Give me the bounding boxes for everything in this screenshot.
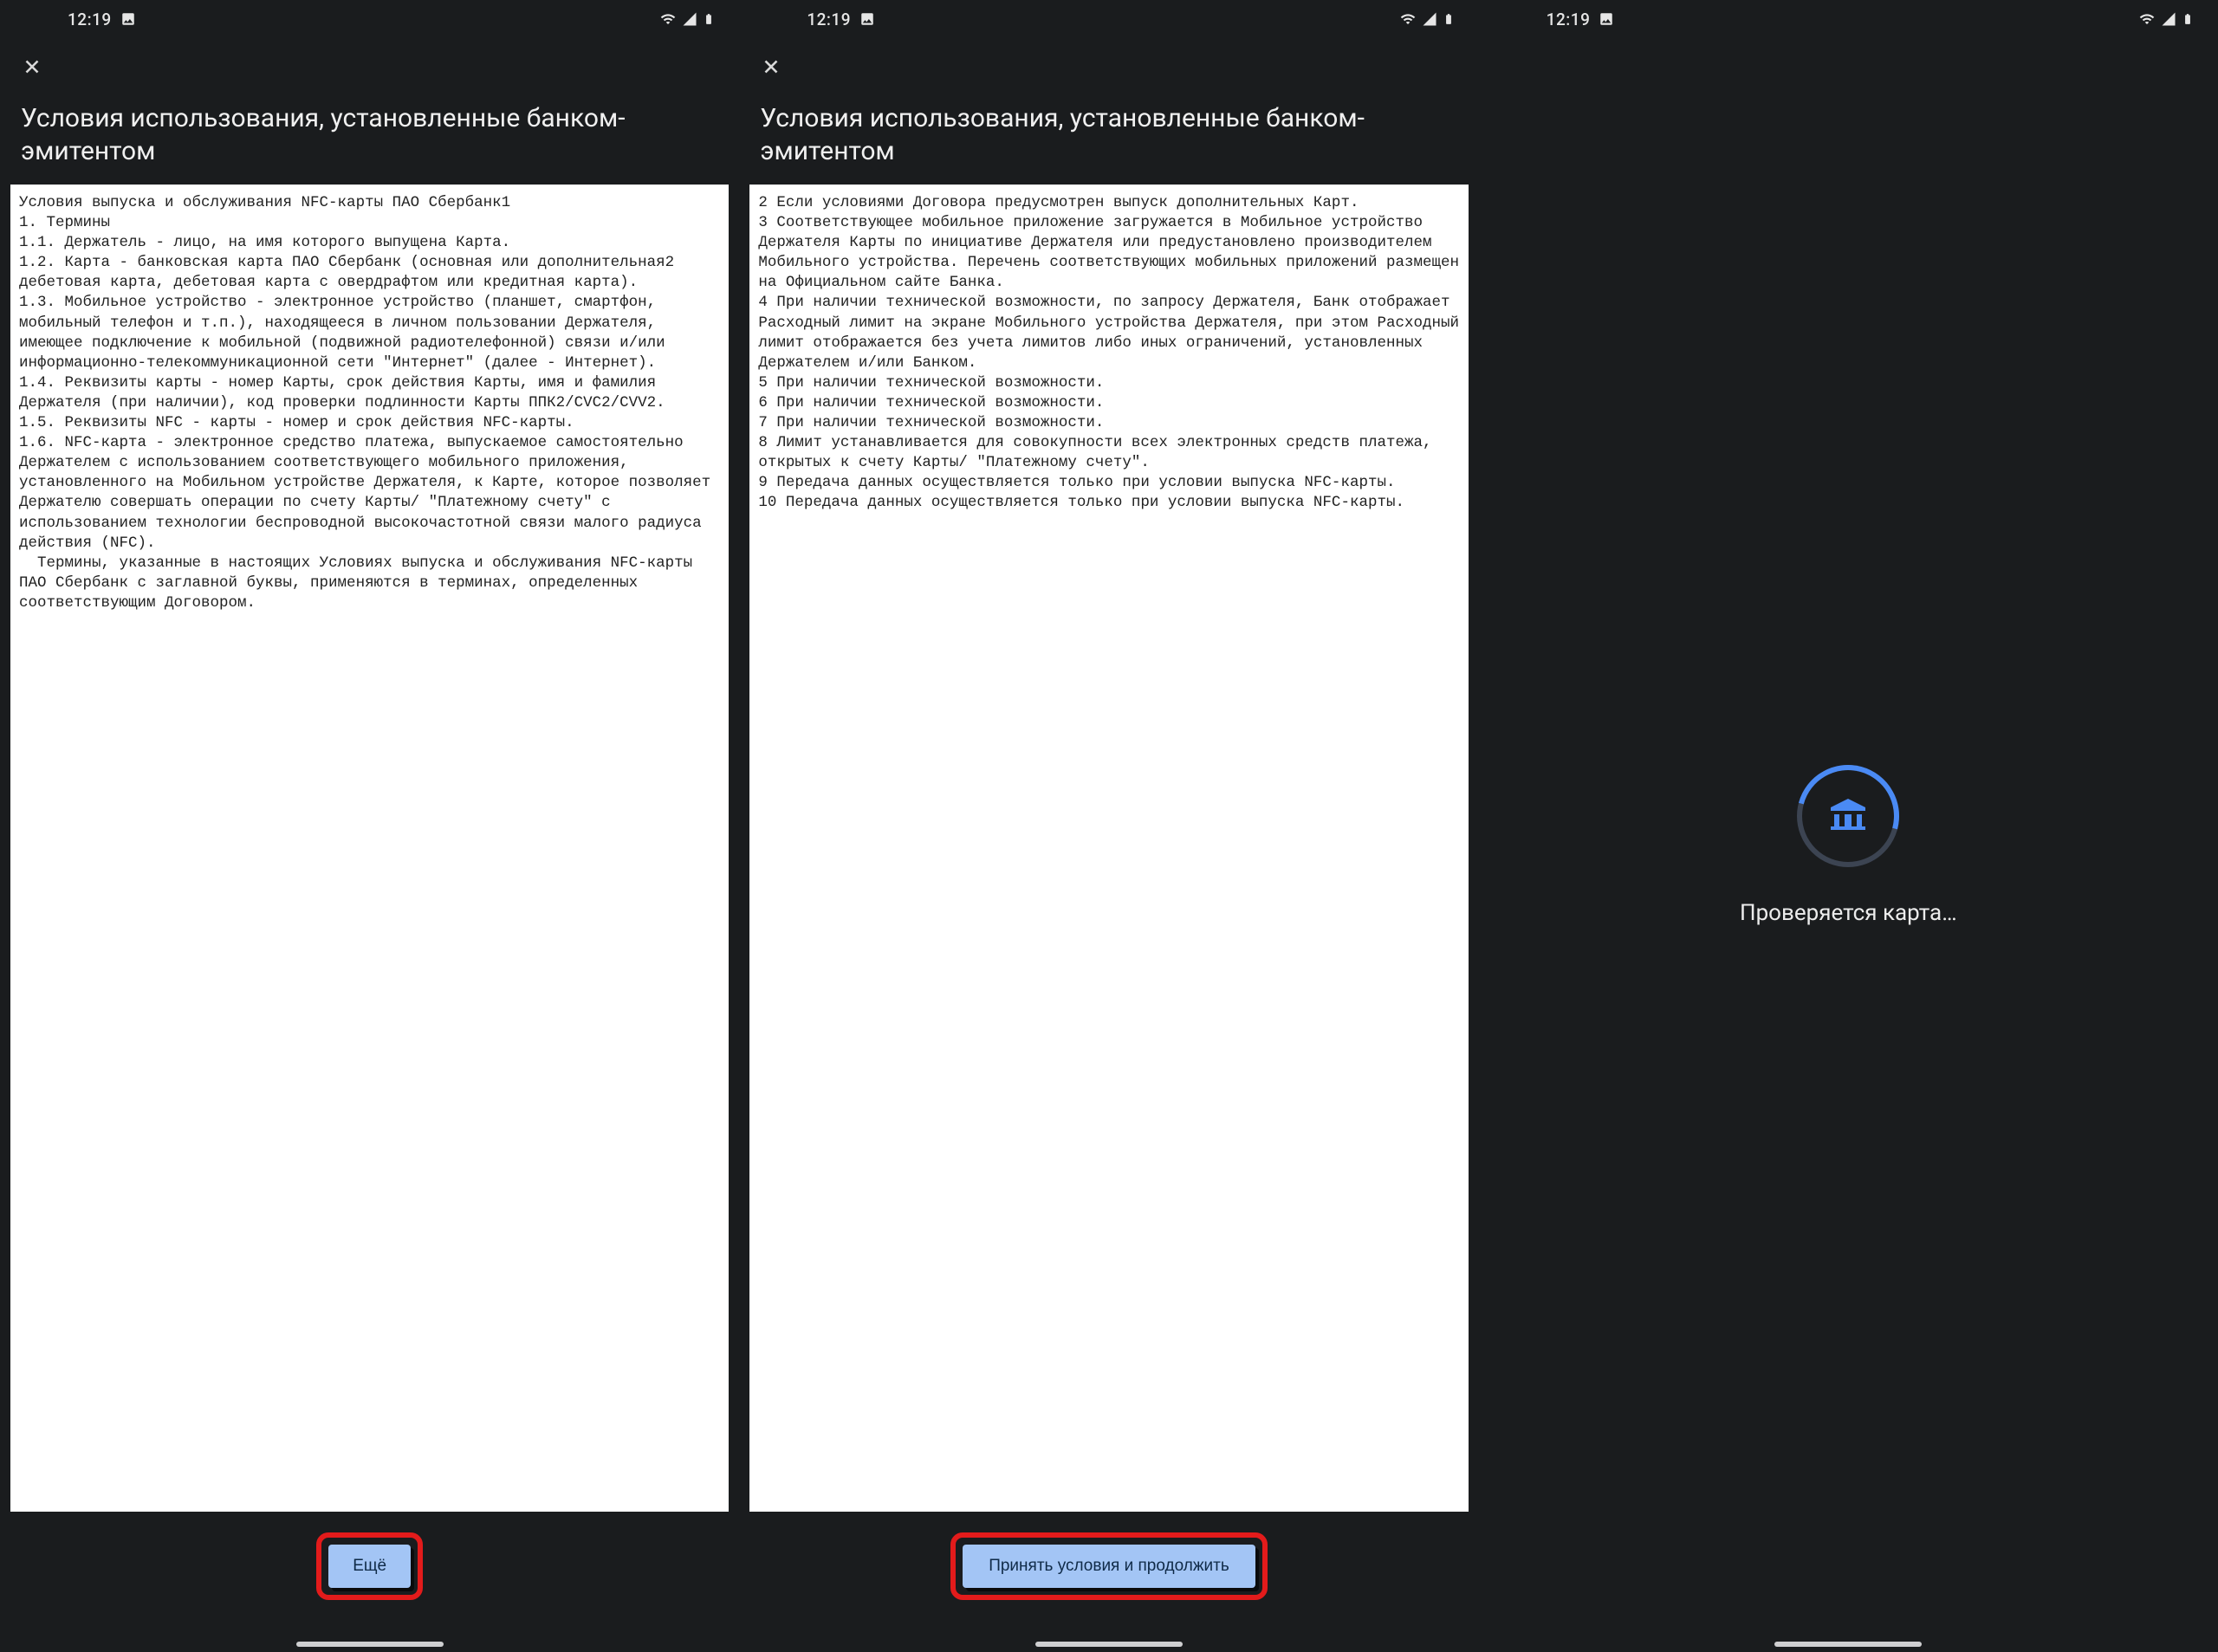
status-bar: 12:19 bbox=[1479, 0, 2218, 38]
accept-button[interactable]: Принять условия и продолжить bbox=[963, 1545, 1255, 1588]
close-icon[interactable] bbox=[21, 55, 43, 78]
wifi-icon bbox=[1399, 11, 1417, 27]
battery-icon bbox=[1443, 10, 1455, 28]
cellular-icon bbox=[1422, 11, 1437, 27]
loading-spinner bbox=[1797, 765, 1899, 867]
screenshot-icon bbox=[1599, 11, 1614, 27]
status-time: 12:19 bbox=[1547, 10, 1591, 29]
terms-text[interactable]: Условия выпуска и обслуживания NFC-карты… bbox=[10, 185, 729, 1512]
screenshot-icon bbox=[120, 11, 136, 27]
nav-handle[interactable] bbox=[1035, 1642, 1183, 1647]
status-bar: 12:19 bbox=[0, 0, 739, 38]
nav-handle[interactable] bbox=[1774, 1642, 1922, 1647]
wifi-icon bbox=[659, 11, 677, 27]
close-icon[interactable] bbox=[760, 55, 782, 78]
bank-icon bbox=[1827, 795, 1869, 837]
status-time: 12:19 bbox=[807, 10, 851, 29]
cellular-icon bbox=[2161, 11, 2176, 27]
status-bar: 12:19 bbox=[739, 0, 1478, 38]
phone-screen-terms-2: 12:19 Условия использования, установленн… bbox=[739, 0, 1478, 1652]
page-title: Условия использования, установленные бан… bbox=[739, 90, 1478, 185]
highlight-callout: Ещё bbox=[316, 1532, 423, 1600]
phone-screen-loading: 12:19 Проверяет bbox=[1479, 0, 2218, 1652]
more-button[interactable]: Ещё bbox=[328, 1545, 411, 1588]
page-title: Условия использования, установленные бан… bbox=[0, 90, 739, 185]
phone-screen-terms-1: 12:19 Условия использования, установленн… bbox=[0, 0, 739, 1652]
cellular-icon bbox=[682, 11, 697, 27]
battery-icon bbox=[703, 10, 715, 28]
wifi-icon bbox=[2138, 11, 2156, 27]
status-time: 12:19 bbox=[68, 10, 112, 29]
loading-text: Проверяется карта… bbox=[1740, 900, 1957, 926]
screenshot-icon bbox=[859, 11, 875, 27]
highlight-callout: Принять условия и продолжить bbox=[950, 1532, 1268, 1600]
nav-handle[interactable] bbox=[296, 1642, 444, 1647]
terms-text[interactable]: 2 Если условиями Договора предусмотрен в… bbox=[749, 185, 1468, 1512]
battery-icon bbox=[2182, 10, 2194, 28]
